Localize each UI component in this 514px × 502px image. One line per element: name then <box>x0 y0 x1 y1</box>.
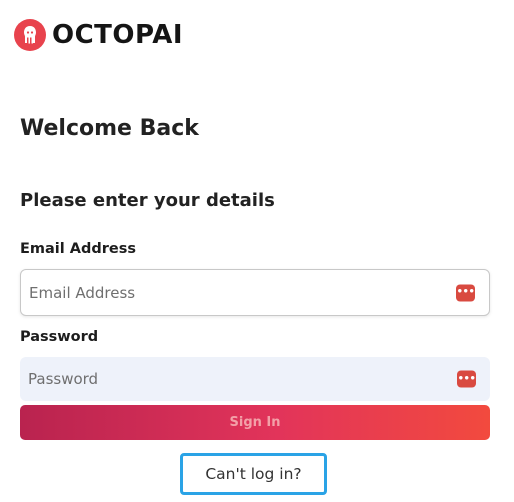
brand-name: OCTOPAI <box>52 20 183 50</box>
octopus-logo-icon <box>14 19 46 51</box>
sign-in-button[interactable]: Sign In <box>20 405 490 440</box>
brand-logo: OCTOPAI <box>14 19 183 51</box>
password-field-container: ••• <box>20 357 490 401</box>
password-manager-icon[interactable]: ••• <box>456 284 475 301</box>
email-label: Email Address <box>20 241 137 257</box>
page-subtitle: Please enter your details <box>20 190 275 211</box>
password-input[interactable] <box>28 357 438 401</box>
cant-log-in-link[interactable]: Can't log in? <box>180 453 327 495</box>
email-input[interactable] <box>29 270 439 315</box>
page-title: Welcome Back <box>20 116 199 141</box>
password-label: Password <box>20 329 99 345</box>
password-manager-icon[interactable]: ••• <box>457 370 476 388</box>
email-field-container: ••• <box>20 269 490 316</box>
